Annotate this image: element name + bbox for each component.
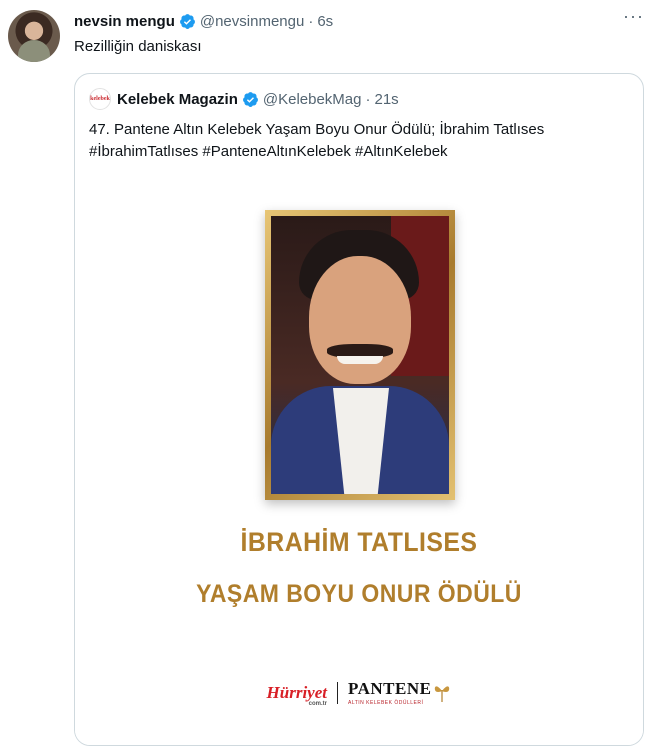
portrait-photo [271,216,449,494]
award-name: İBRAHİM TATLISES [240,527,478,557]
tweet-time[interactable]: 6s [317,13,333,30]
tweet-header: nevsin mengu @nevsinmengu · 6s [74,10,640,32]
logo-divider [336,681,338,704]
separator-dot: · [308,12,314,30]
tweet-text: Rezilliğin daniskası [74,38,202,55]
verified-badge-icon [242,91,258,107]
author-avatar[interactable] [8,10,60,62]
author-handle[interactable]: @nevsinmengu [200,13,304,30]
sponsor-logos: Hürriyet com.tr PANTENE ALTIN KELEBEK ÖDÜ… [75,679,643,707]
portrait-frame [265,210,455,500]
quote-avatar: kelebek [89,88,111,110]
pantene-logo: PANTENE ALTIN KELEBEK ÖDÜLLERİ [347,679,432,706]
author-name[interactable]: nevsin mengu [74,13,175,30]
quote-text: 47. Pantene Altın Kelebek Yaşam Boyu Onu… [89,119,629,163]
quote-author-handle: @KelebekMag [262,90,362,108]
quote-header: kelebek Kelebek Magazin @KelebekMag · 21… [89,88,399,110]
more-icon[interactable]: ··· [623,6,644,27]
butterfly-icon [435,685,450,702]
hurriyet-logo: Hürriyet com.tr [266,682,327,707]
quote-hashtags: #İbrahimTatlıses #PanteneAltınKelebek #A… [89,143,448,160]
quote-text-line1: 47. Pantene Altın Kelebek Yaşam Boyu Onu… [89,121,545,138]
quote-media-image[interactable]: İBRAHİM TATLISES YAŞAM BOYU ONUR ÖDÜLÜ H… [75,164,643,745]
award-subtitle: YAŞAM BOYU ONUR ÖDÜLÜ [196,580,522,608]
quote-author-name: Kelebek Magazin [117,90,238,108]
quote-time: 21s [374,90,399,108]
separator-dot: · [365,90,371,108]
quoted-tweet[interactable]: kelebek Kelebek Magazin @KelebekMag · 21… [74,73,644,746]
verified-badge-icon [179,13,195,29]
